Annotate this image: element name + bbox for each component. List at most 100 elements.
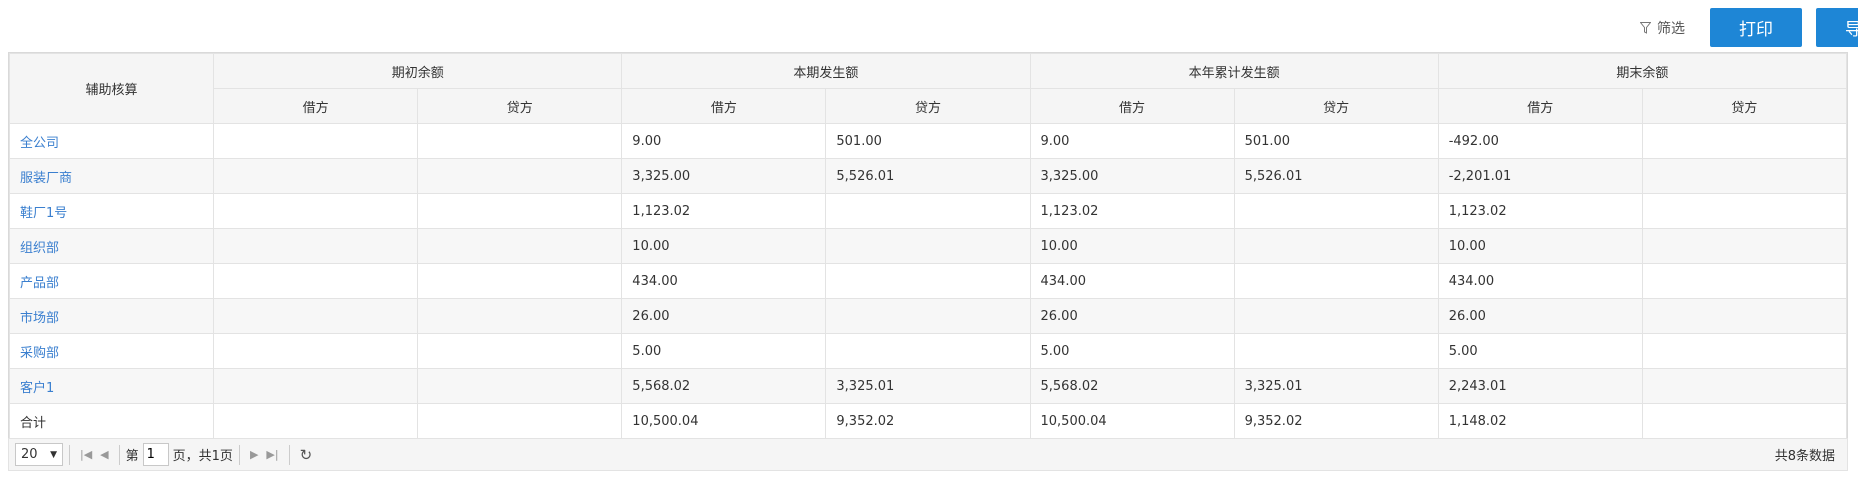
table-cell <box>417 193 623 229</box>
filter-button[interactable]: 筛选 <box>1640 18 1685 38</box>
balance-table: 辅助核算 期初余额 本期发生额 本年累计发生额 期末余额 借方 贷方 借方 贷方… <box>8 52 1848 440</box>
table-cell <box>1641 228 1848 264</box>
divider <box>118 444 120 465</box>
aux-item-link[interactable]: 产品部 <box>8 263 215 299</box>
table-cell: 5.00 <box>621 333 827 369</box>
table-cell: 434.00 <box>1029 263 1235 299</box>
table-cell: 501.00 <box>825 123 1031 159</box>
table-cell <box>825 263 1031 299</box>
page-number-input[interactable] <box>142 443 169 466</box>
aux-item-link[interactable]: 全公司 <box>8 123 215 159</box>
aux-item-link[interactable]: 市场部 <box>8 298 215 334</box>
table-cell: 26.00 <box>1437 298 1643 334</box>
header-group-ytd-amount: 本年累计发生额 <box>1029 53 1439 89</box>
page-suffix: 页，共1页 <box>172 449 233 464</box>
table-cell <box>417 403 623 439</box>
table-cell <box>417 123 623 159</box>
table-cell <box>417 298 623 334</box>
refresh-icon[interactable]: ↻ <box>296 446 317 464</box>
first-page-icon[interactable]: |◀ <box>76 448 96 461</box>
print-button[interactable]: 打印 <box>1710 8 1802 47</box>
table-cell <box>1641 158 1848 194</box>
table-cell: 5.00 <box>1437 333 1643 369</box>
table-cell <box>213 228 419 264</box>
table-cell: 3,325.00 <box>621 158 827 194</box>
table-cell: 5,568.02 <box>621 368 827 404</box>
table-cell: 26.00 <box>621 298 827 334</box>
filter-label: 筛选 <box>1657 21 1685 37</box>
export-button[interactable]: 导出 <box>1816 8 1858 47</box>
table-cell: 10.00 <box>1029 228 1235 264</box>
table-cell: 2,243.01 <box>1437 368 1643 404</box>
table-cell <box>1233 193 1439 229</box>
table-row: 采购部 5.00 5.00 5.00 <box>8 333 1848 369</box>
table-row: 产品部 434.00 434.00 434.00 <box>8 263 1848 299</box>
table-cell: 9,352.02 <box>825 403 1031 439</box>
table-cell <box>825 228 1031 264</box>
next-page-icon[interactable]: ▶ <box>246 448 262 461</box>
table-cell <box>213 333 419 369</box>
divider <box>69 444 70 465</box>
table-cell <box>213 368 419 404</box>
table-row: 组织部 10.00 10.00 10.00 <box>8 228 1848 264</box>
header-debit: 借方 <box>1029 88 1235 124</box>
table-cell: -492.00 <box>1437 123 1643 159</box>
table-cell: 10.00 <box>1437 228 1643 264</box>
header-credit: 贷方 <box>1233 88 1439 124</box>
table-cell <box>213 158 419 194</box>
table-cell: 3,325.00 <box>1029 158 1235 194</box>
aux-item-link[interactable]: 客户1 <box>8 368 215 404</box>
table-cell <box>417 368 623 404</box>
header-debit: 借方 <box>1437 88 1643 124</box>
table-cell <box>825 333 1031 369</box>
page-size-value: 20 <box>21 447 38 462</box>
table-cell: -2,201.01 <box>1437 158 1643 194</box>
filter-icon <box>1640 22 1651 34</box>
table-cell: 10,500.04 <box>621 403 827 439</box>
aux-item-link[interactable]: 服装厂商 <box>8 158 215 194</box>
table-cell: 5,526.01 <box>825 158 1031 194</box>
header-group-period-amount: 本期发生额 <box>621 53 1031 89</box>
page-size-select[interactable]: 20 ▼ <box>15 443 63 466</box>
aux-item-link[interactable]: 组织部 <box>8 228 215 264</box>
table-cell: 5.00 <box>1029 333 1235 369</box>
last-page-icon[interactable]: ▶| <box>262 448 282 461</box>
table-cell <box>213 193 419 229</box>
table-cell <box>213 298 419 334</box>
table-cell <box>825 193 1031 229</box>
table-cell <box>1233 263 1439 299</box>
table-cell <box>1641 123 1848 159</box>
table-header: 辅助核算 期初余额 本期发生额 本年累计发生额 期末余额 借方 贷方 借方 贷方… <box>8 53 1848 124</box>
aux-item-link[interactable]: 鞋厂1号 <box>8 193 215 229</box>
table-cell: 434.00 <box>621 263 827 299</box>
table-cell <box>417 228 623 264</box>
table-cell <box>1641 263 1848 299</box>
table-cell <box>417 158 623 194</box>
table-cell: 10,500.04 <box>1029 403 1235 439</box>
header-aux-accounting: 辅助核算 <box>8 53 215 124</box>
pagination-bar: 20 ▼ |◀ ◀ 第 页，共1页 ▶ ▶| ↻ 共8条数据 <box>8 438 1848 471</box>
table-cell <box>1641 368 1848 404</box>
table-row: 全公司 9.00 501.00 9.00 501.00 -492.00 <box>8 123 1848 159</box>
table-cell <box>417 263 623 299</box>
table-cell <box>213 123 419 159</box>
table-cell <box>1641 333 1848 369</box>
total-label: 合计 <box>8 403 215 439</box>
table-cell: 9,352.02 <box>1233 403 1439 439</box>
table-cell: 1,123.02 <box>621 193 827 229</box>
aux-item-link[interactable]: 采购部 <box>8 333 215 369</box>
divider <box>238 444 240 465</box>
header-debit: 借方 <box>213 88 419 124</box>
table-cell: 5,526.01 <box>1233 158 1439 194</box>
table-cell: 5,568.02 <box>1029 368 1235 404</box>
total-row: 合计 10,500.04 9,352.02 10,500.04 9,352.02 1,14… <box>8 403 1848 439</box>
table-cell: 434.00 <box>1437 263 1643 299</box>
header-group-closing-balance: 期末余额 <box>1437 53 1848 89</box>
header-debit: 借方 <box>621 88 827 124</box>
table-cell: 1,123.02 <box>1437 193 1643 229</box>
table-cell <box>825 298 1031 334</box>
table-cell: 9.00 <box>1029 123 1235 159</box>
prev-page-icon[interactable]: ◀ <box>96 448 112 461</box>
table-row: 市场部 26.00 26.00 26.00 <box>8 298 1848 334</box>
table-cell <box>1641 298 1848 334</box>
